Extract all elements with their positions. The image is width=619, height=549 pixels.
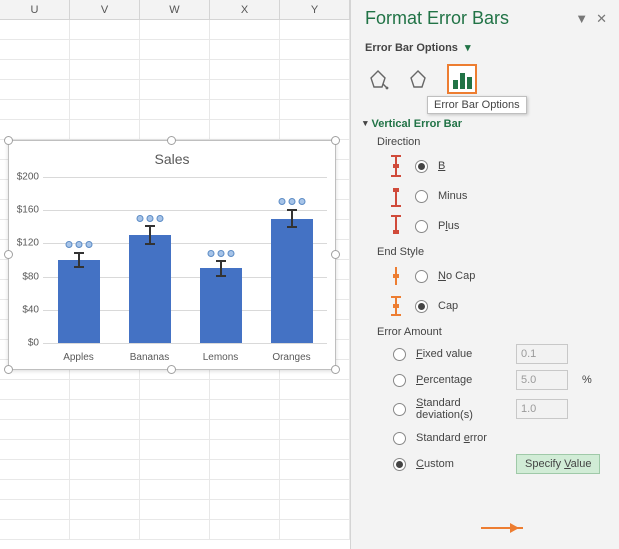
pane-title: Format Error Bars xyxy=(365,8,509,29)
annotation-arrow xyxy=(481,527,523,529)
error-bar-options-dropdown[interactable]: Error Bar Options ▾ xyxy=(365,41,607,54)
percentage-input[interactable] xyxy=(516,370,568,390)
radio[interactable] xyxy=(415,190,428,203)
pane-options-dropdown-icon[interactable]: ▼ xyxy=(575,11,588,26)
col-header[interactable]: W xyxy=(140,0,210,19)
cap-icon xyxy=(387,294,405,318)
radio[interactable] xyxy=(415,220,428,233)
radio[interactable] xyxy=(415,300,428,313)
both-icon xyxy=(387,154,405,178)
error-bar[interactable] xyxy=(149,225,151,245)
y-tick-label: $120 xyxy=(17,238,43,249)
radio-label: Custom xyxy=(416,458,506,470)
data-point-markers xyxy=(65,241,92,248)
radio-label: Plus xyxy=(438,220,459,232)
radio[interactable] xyxy=(393,458,406,471)
amount-stderr-option[interactable]: Standard error xyxy=(393,426,607,450)
error-bar[interactable] xyxy=(220,260,222,277)
radio-label: Fixed value xyxy=(416,348,506,360)
y-tick-label: $80 xyxy=(22,271,43,282)
nocap-icon xyxy=(387,264,405,288)
embedded-chart[interactable]: Sales $0$40$80$120$160$200 ApplesBananas… xyxy=(8,140,336,370)
radio-label: B xyxy=(438,160,445,172)
error-bar[interactable] xyxy=(78,252,80,269)
plus-icon xyxy=(387,214,405,238)
minus-icon xyxy=(387,184,405,208)
data-point-markers xyxy=(207,250,234,257)
radio-label: Minus xyxy=(438,190,467,202)
worksheet-area[interactable]: U V W X Y xyxy=(0,0,350,549)
direction-label: Direction xyxy=(377,136,607,148)
y-tick-label: $200 xyxy=(17,172,43,183)
y-tick-label: $40 xyxy=(22,304,43,315)
radio-label: No Cap xyxy=(438,270,475,282)
amount-percentage-option[interactable]: Percentage % xyxy=(393,368,607,392)
direction-both-option[interactable]: B xyxy=(387,152,607,180)
resize-handle[interactable] xyxy=(167,136,176,145)
resize-handle[interactable] xyxy=(331,365,340,374)
bar[interactable] xyxy=(271,219,313,344)
amount-label: Error Amount xyxy=(377,326,607,338)
x-tick-label: Oranges xyxy=(256,352,327,363)
amount-custom-option[interactable]: Custom Specify Value xyxy=(393,452,607,476)
plot-area[interactable]: $0$40$80$120$160$200 xyxy=(43,177,327,343)
col-header[interactable]: U xyxy=(0,0,70,19)
radio[interactable] xyxy=(393,348,406,361)
y-tick-label: $160 xyxy=(17,205,43,216)
data-point-markers xyxy=(136,215,163,222)
endstyle-nocap-option[interactable]: No Cap xyxy=(387,262,607,290)
resize-handle[interactable] xyxy=(331,250,340,259)
resize-handle[interactable] xyxy=(4,136,13,145)
y-tick-label: $0 xyxy=(28,338,43,349)
bar[interactable] xyxy=(58,260,100,343)
x-axis-labels: ApplesBananasLemonsOranges xyxy=(43,352,327,363)
radio[interactable] xyxy=(393,432,406,445)
specify-value-button[interactable]: Specify Value xyxy=(516,454,600,474)
error-bar[interactable] xyxy=(291,209,293,229)
direction-minus-option[interactable]: Minus xyxy=(387,182,607,210)
resize-handle[interactable] xyxy=(4,250,13,259)
error-bar-options-icon[interactable]: Error Bar Options xyxy=(447,64,477,94)
col-header[interactable]: V xyxy=(70,0,140,19)
column-headers: U V W X Y xyxy=(0,0,350,20)
percent-sign: % xyxy=(582,374,592,386)
radio-label: Standard error xyxy=(416,432,487,444)
col-header[interactable]: Y xyxy=(280,0,350,19)
resize-handle[interactable] xyxy=(167,365,176,374)
radio[interactable] xyxy=(415,270,428,283)
amount-fixed-option[interactable]: Fixed value xyxy=(393,342,607,366)
format-pane: Format Error Bars ▼ ✕ Error Bar Options … xyxy=(350,0,619,549)
radio-label: Standard deviation(s) xyxy=(416,397,506,421)
radio-label: Percentage xyxy=(416,374,506,386)
x-tick-label: Lemons xyxy=(185,352,256,363)
data-point-markers xyxy=(278,198,305,205)
chevron-down-icon: ▾ xyxy=(465,41,471,54)
fixed-value-input[interactable] xyxy=(516,344,568,364)
resize-handle[interactable] xyxy=(4,365,13,374)
bar[interactable] xyxy=(129,235,171,343)
fill-line-icon[interactable] xyxy=(367,68,389,90)
direction-plus-option[interactable]: Plus xyxy=(387,212,607,240)
col-header[interactable]: X xyxy=(210,0,280,19)
radio[interactable] xyxy=(393,403,406,416)
radio-label: Cap xyxy=(438,300,458,312)
amount-stddev-option[interactable]: Standard deviation(s) xyxy=(393,394,607,424)
radio[interactable] xyxy=(415,160,428,173)
x-tick-label: Apples xyxy=(43,352,114,363)
close-icon[interactable]: ✕ xyxy=(596,11,607,27)
bar[interactable] xyxy=(200,268,242,343)
section-heading[interactable]: Vertical Error Bar xyxy=(365,118,607,130)
x-tick-label: Bananas xyxy=(114,352,185,363)
endstyle-label: End Style xyxy=(377,246,607,258)
resize-handle[interactable] xyxy=(331,136,340,145)
tooltip: Error Bar Options xyxy=(427,96,527,114)
endstyle-cap-option[interactable]: Cap xyxy=(387,292,607,320)
chart-title[interactable]: Sales xyxy=(9,141,335,173)
effects-icon[interactable] xyxy=(407,68,429,90)
stddev-input[interactable] xyxy=(516,399,568,419)
radio[interactable] xyxy=(393,374,406,387)
